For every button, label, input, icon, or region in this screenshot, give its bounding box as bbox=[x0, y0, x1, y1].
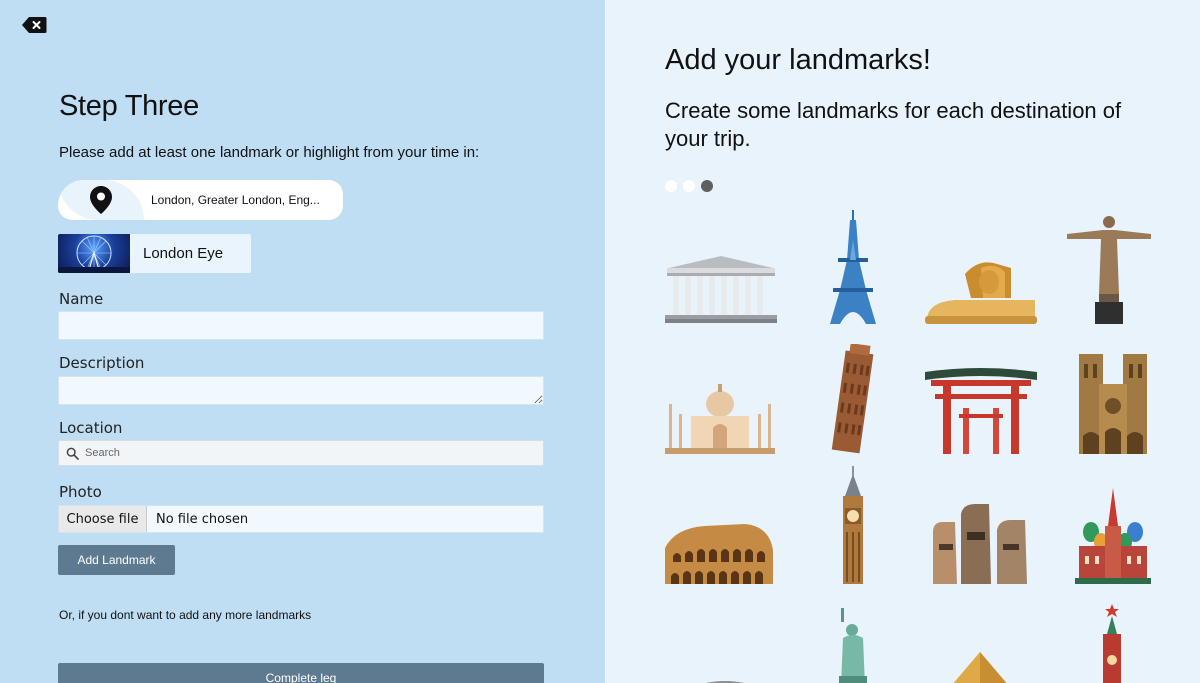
big-ben-illustration bbox=[843, 466, 863, 584]
search-placeholder: Search bbox=[85, 447, 120, 459]
landmark-card[interactable]: London Eye bbox=[58, 234, 251, 273]
carousel-dot[interactable] bbox=[683, 180, 695, 192]
location-pin-icon bbox=[90, 186, 112, 214]
info-title: Add your landmarks! bbox=[665, 44, 931, 76]
location-search-input[interactable]: Search bbox=[58, 440, 544, 466]
landmark-thumbnail bbox=[58, 234, 130, 273]
location-label: Location bbox=[59, 419, 123, 437]
torii-gate-illustration bbox=[925, 368, 1037, 454]
parthenon-illustration bbox=[665, 256, 777, 323]
taj-mahal-illustration bbox=[665, 384, 775, 454]
file-status: No file chosen bbox=[156, 512, 249, 527]
carousel-dot[interactable] bbox=[701, 180, 713, 192]
moai-statues-illustration bbox=[933, 504, 1027, 584]
sphinx-illustration bbox=[925, 262, 1037, 324]
stadium-illustration bbox=[706, 681, 744, 683]
eiffel-tower-illustration bbox=[830, 210, 876, 324]
st-basils-cathedral-illustration bbox=[1075, 488, 1151, 584]
skip-text: Or, if you dont want to add any more lan… bbox=[59, 608, 312, 622]
close-icon[interactable] bbox=[21, 16, 47, 34]
choose-file-button[interactable]: Choose file bbox=[59, 506, 147, 532]
name-label: Name bbox=[59, 290, 104, 308]
info-subtitle: Create some landmarks for each destinati… bbox=[665, 98, 1122, 151]
colosseum-illustration bbox=[665, 524, 773, 584]
destination-pill[interactable]: London, Greater London, Eng... bbox=[58, 180, 343, 220]
carousel-dot[interactable] bbox=[665, 180, 677, 192]
step-title: Step Three bbox=[59, 90, 199, 122]
add-landmark-button[interactable]: Add Landmark bbox=[58, 545, 175, 575]
form-panel: Step Three Please add at least one landm… bbox=[0, 0, 605, 683]
description-label: Description bbox=[59, 354, 145, 372]
pyramid-illustration bbox=[953, 652, 1007, 683]
search-icon bbox=[66, 447, 79, 460]
leaning-tower-of-pisa-illustration bbox=[831, 344, 874, 454]
info-panel: Add your landmarks! Create some landmark… bbox=[605, 0, 1200, 683]
photo-file-input[interactable]: Choose file No file chosen bbox=[58, 505, 544, 533]
photo-label: Photo bbox=[59, 483, 102, 501]
complete-leg-button[interactable]: Complete leg bbox=[58, 663, 544, 683]
landmark-name: London Eye bbox=[143, 245, 224, 262]
statue-of-liberty-illustration bbox=[839, 608, 867, 683]
kremlin-tower-illustration bbox=[1103, 604, 1121, 683]
notre-dame-illustration bbox=[1079, 354, 1147, 454]
name-input[interactable] bbox=[58, 311, 544, 340]
destination-name: London, Greater London, Eng... bbox=[151, 193, 320, 207]
christ-the-redeemer-illustration bbox=[1067, 216, 1151, 324]
description-textarea[interactable] bbox=[58, 376, 544, 405]
intro-text: Please add at least one landmark or high… bbox=[59, 144, 480, 161]
